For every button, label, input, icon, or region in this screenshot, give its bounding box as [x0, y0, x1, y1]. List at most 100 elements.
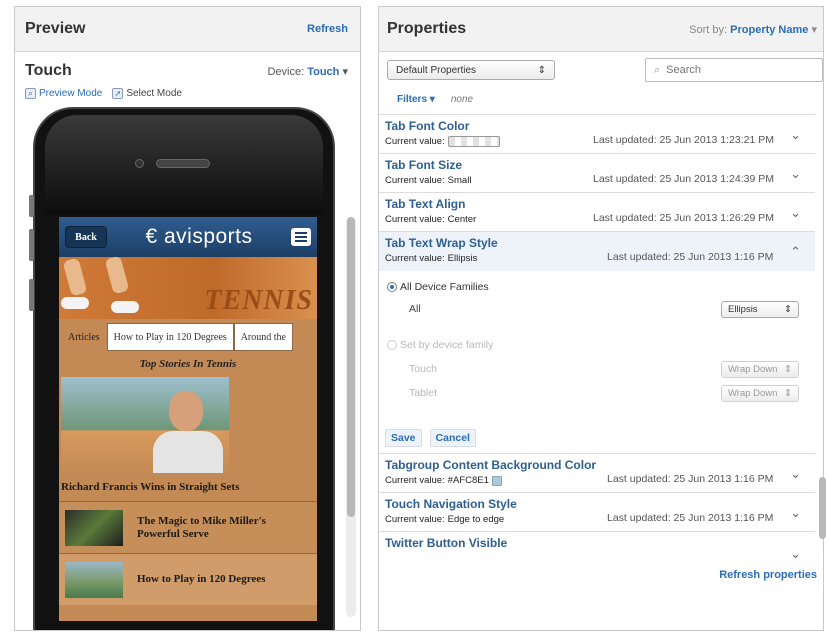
preview-mode-button[interactable]: ⌕ Preview Mode — [25, 87, 103, 99]
property-name: Touch Navigation Style — [385, 497, 517, 511]
property-row[interactable]: Touch Navigation Style Current value: Ed… — [379, 493, 815, 532]
properties-toolbar: Default Properties ⇕ ⌕ — [379, 56, 823, 84]
chevron-down-icon[interactable]: ⌄ — [790, 466, 801, 482]
touch-label: Touch — [409, 363, 438, 375]
story-title: How to Play in 120 Degrees — [137, 573, 266, 585]
editor-actions: Save Cancel — [385, 429, 476, 447]
chevron-down-icon[interactable]: ⌄ — [790, 205, 801, 221]
story-thumbnail — [65, 509, 123, 546]
cancel-button[interactable]: Cancel — [429, 429, 476, 447]
preview-scrollbar[interactable] — [346, 217, 356, 617]
property-row[interactable]: Tab Font Size Current value: Small Last … — [379, 154, 815, 193]
story-item[interactable]: How to Play in 120 Degrees — [59, 553, 317, 605]
property-current-value: Current value: #AFC8E1 — [385, 475, 502, 486]
phone-volume-button — [29, 229, 34, 261]
filters-bar: Filters ▾ none — [379, 84, 823, 114]
phone-side-button — [29, 195, 34, 217]
save-button[interactable]: Save — [385, 429, 422, 447]
chevron-down-icon[interactable]: ⌄ — [790, 546, 801, 561]
color-swatch — [491, 475, 502, 486]
radio-label: All Device Families — [400, 281, 489, 293]
banner-word: TENNIS — [204, 285, 313, 316]
select-mode-label: Select Mode — [126, 87, 182, 99]
preview-mode-label: Preview Mode — [39, 87, 103, 99]
back-button[interactable]: Back — [65, 226, 107, 248]
property-row[interactable]: Tab Text Align Current value: Center Las… — [379, 193, 815, 232]
search-field[interactable]: ⌕ — [645, 58, 823, 82]
properties-scroll-thumb[interactable] — [819, 477, 826, 539]
hero-photo[interactable] — [61, 377, 229, 473]
property-name: Tab Text Align — [385, 197, 466, 211]
touch-value-select[interactable]: Wrap Down ⇕ — [721, 361, 799, 378]
property-name: Twitter Button Visible — [385, 536, 508, 550]
app-header: Back € avisports — [59, 217, 317, 257]
app-tab-articles[interactable]: Articles — [61, 323, 107, 351]
device-label: Device: — [267, 65, 305, 78]
mode-bar: ⌕ Preview Mode ➚ Select Mode — [15, 84, 360, 102]
phone-screen: Back € avisports TENNIS Articles How to … — [59, 217, 317, 621]
all-value-select[interactable]: Ellipsis ⇕ — [721, 301, 799, 318]
property-list: Tab Font Color Current value: Last updat… — [379, 114, 815, 561]
app-logo: € avisports — [145, 225, 253, 248]
properties-header: Properties Sort by: Property Name ▾ — [379, 7, 823, 52]
properties-title: Properties — [387, 20, 467, 37]
chevron-down-icon[interactable]: ⌄ — [790, 127, 801, 143]
preview-header: Preview Refresh — [15, 7, 360, 52]
filters-value: none — [450, 93, 474, 105]
search-icon: ⌕ — [654, 63, 661, 76]
preview-panel: Preview Refresh Touch Device: Touch ▾ ⌕ … — [14, 6, 361, 631]
camera-icon — [135, 159, 144, 168]
property-updated: Last updated: 25 Jun 2013 1:24:39 PM — [593, 173, 774, 185]
property-name: Tab Text Wrap Style — [385, 236, 498, 250]
chevron-down-icon[interactable]: ⌄ — [790, 505, 801, 521]
property-name: Tab Font Color — [385, 119, 470, 133]
app-tab-how-to-play[interactable]: How to Play in 120 Degrees — [106, 323, 234, 351]
property-name: Tab Font Size — [385, 158, 463, 172]
refresh-properties-button[interactable]: Refresh properties — [719, 569, 817, 581]
tablet-label: Tablet — [409, 387, 438, 399]
app-tab-around[interactable]: Around the — [233, 323, 293, 351]
speaker-icon — [156, 159, 210, 168]
radio-by-device-family[interactable]: Set by device family — [387, 339, 493, 351]
device-selector[interactable]: Device: Touch ▾ — [267, 65, 348, 78]
property-current-value: Current value: Edge to edge — [385, 514, 505, 525]
property-name: Tabgroup Content Background Color — [385, 458, 597, 472]
sort-label: Sort by: — [689, 23, 728, 36]
tablet-value-select[interactable]: Wrap Down ⇕ — [721, 385, 799, 402]
property-current-value: Current value: Small — [385, 175, 472, 186]
color-swatch — [447, 136, 500, 147]
menu-icon[interactable] — [291, 228, 311, 246]
radio-all-device-families[interactable]: All Device Families — [387, 281, 489, 293]
section-title: Top Stories In Tennis — [139, 358, 237, 370]
select-arrows-icon: ⇕ — [537, 64, 546, 76]
filters-dropdown[interactable]: Filters ▾ — [397, 94, 435, 105]
tennis-banner: TENNIS — [59, 257, 317, 319]
hero-caption[interactable]: Richard Francis Wins in Straight Sets — [59, 473, 317, 501]
chevron-down-icon[interactable]: ⌄ — [790, 166, 801, 182]
phone-preview-area: Back € avisports TENNIS Articles How to … — [15, 107, 360, 630]
radio-button[interactable] — [387, 282, 397, 292]
sort-selector[interactable]: Sort by: Property Name ▾ — [689, 23, 817, 36]
property-updated: Last updated: 25 Jun 2013 1:23:21 PM — [593, 134, 774, 146]
refresh-button[interactable]: Refresh — [307, 23, 348, 35]
select-mode-button[interactable]: ➚ Select Mode — [112, 87, 182, 99]
pointer-icon: ➚ — [112, 87, 124, 99]
story-item[interactable]: The Magic to Mike Miller's Powerful Serv… — [59, 501, 317, 553]
property-set-select[interactable]: Default Properties ⇕ — [387, 60, 555, 80]
photo-figure — [169, 391, 203, 431]
story-thumbnail — [65, 561, 123, 598]
property-row[interactable]: Tab Font Color Current value: Last updat… — [379, 115, 815, 154]
sort-value: Property Name — [730, 23, 809, 36]
property-row-expanded[interactable]: Tab Text Wrap Style Current value: Ellip… — [379, 232, 815, 271]
property-updated: Last updated: 25 Jun 2013 1:26:29 PM — [593, 212, 774, 224]
property-row[interactable]: Tabgroup Content Background Color Curren… — [379, 454, 815, 493]
search-input[interactable] — [666, 64, 797, 76]
property-current-value: Current value: — [385, 136, 500, 147]
property-set-value: Default Properties — [396, 64, 477, 76]
radio-button[interactable] — [387, 340, 397, 350]
preview-scroll-thumb[interactable] — [347, 217, 355, 517]
chevron-up-icon[interactable]: ⌃ — [790, 244, 801, 260]
banner-shoe — [111, 301, 139, 313]
phone-volume-button — [29, 279, 34, 311]
property-row[interactable]: Twitter Button Visible ⌄ — [379, 532, 815, 561]
